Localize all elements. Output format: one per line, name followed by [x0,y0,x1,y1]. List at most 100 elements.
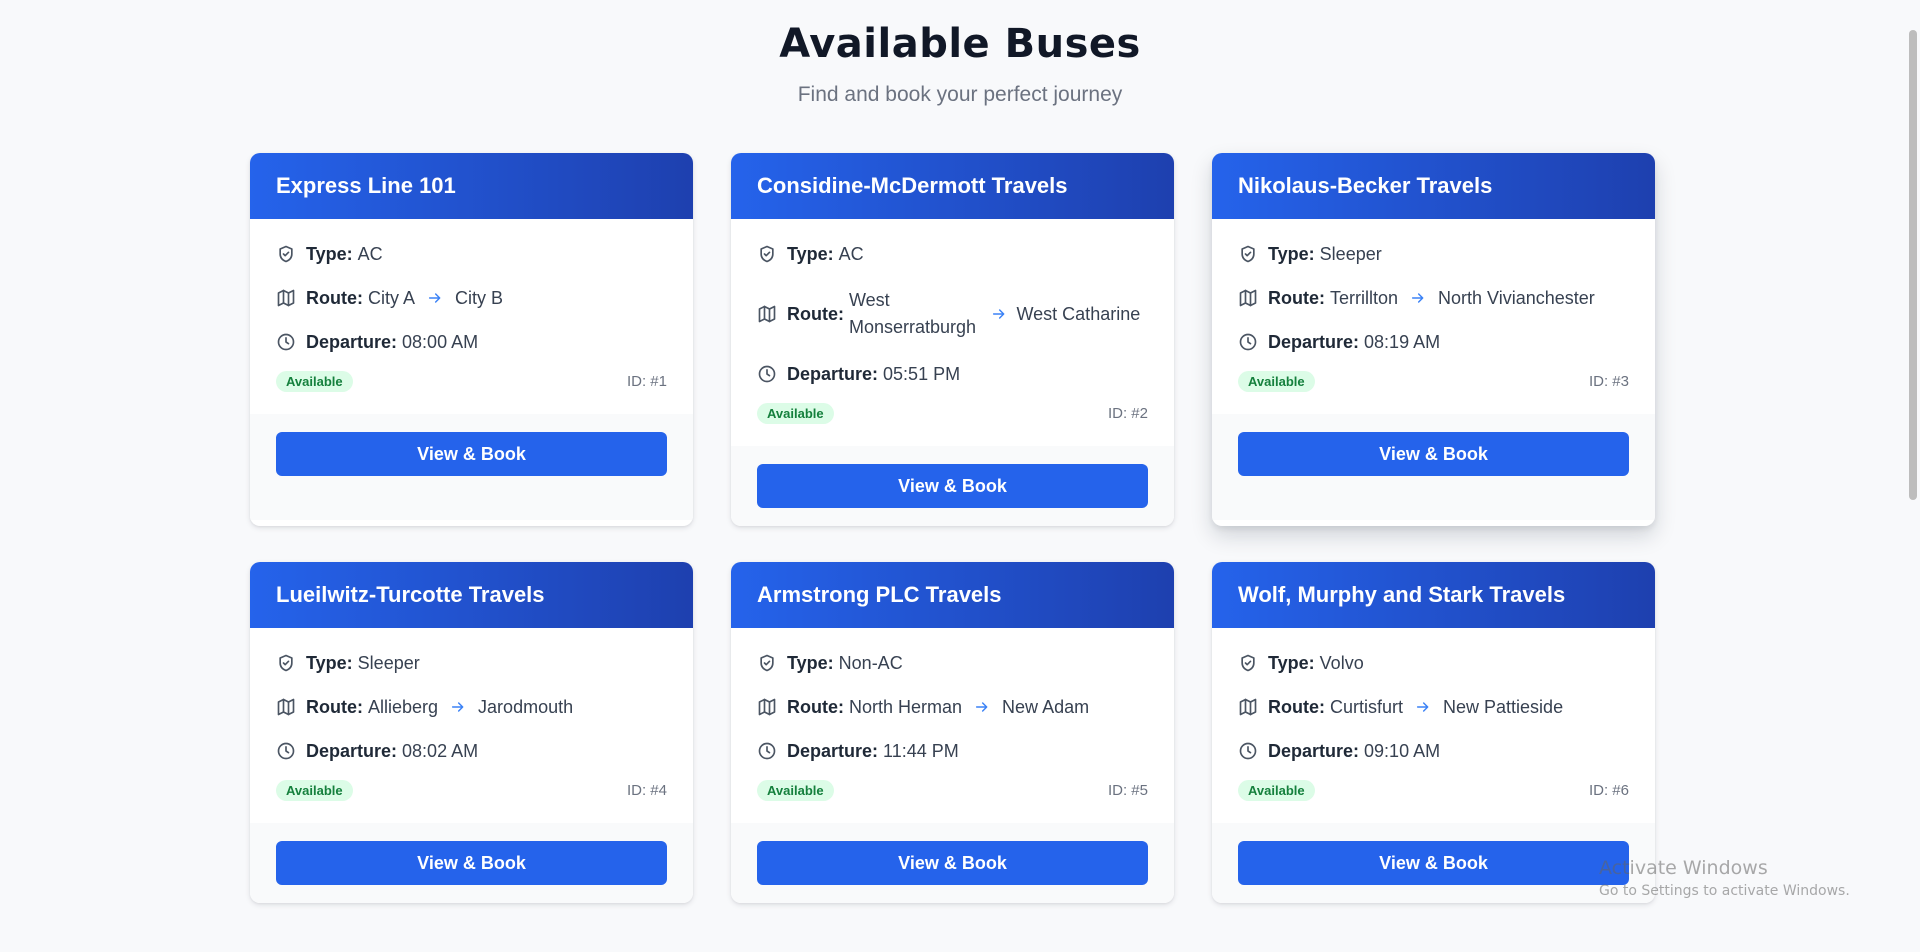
route-label: Route: [306,697,363,717]
status-badge: Available [757,780,834,801]
route-label: Route: [306,288,363,308]
bus-card-footer: View & Book [731,446,1174,526]
departure-value: 08:19 AM [1364,332,1441,352]
view-book-button[interactable]: View & Book [276,841,667,885]
arrow-right-icon [991,306,1007,322]
status-badge: Available [276,371,353,392]
view-book-button[interactable]: View & Book [757,464,1148,508]
scrollbar-thumb[interactable] [1909,30,1917,500]
bus-card-header: Express Line 101 [250,153,693,219]
bus-card-footer: View & Book [1212,414,1655,520]
route-label: Route: [1268,697,1325,717]
route-origin: Allieberg [368,697,439,717]
bus-card-footer: View & Book [731,823,1174,903]
bus-card: Lueilwitz-Turcotte Travels Type: Sleeper… [250,562,693,903]
type-label: Type: [1268,244,1315,264]
bus-card-body: Type: Sleeper Route: Terrillton North Vi… [1212,219,1655,406]
departure-value: 09:10 AM [1364,741,1441,761]
status-badge: Available [276,780,353,801]
watermark-subtitle: Go to Settings to activate Windows. [1599,883,1850,899]
bus-grid: Express Line 101 Type: AC Route: City A … [250,153,1655,903]
departure-value: 08:00 AM [402,332,479,352]
arrow-right-icon [1410,290,1426,306]
bus-id: ID: #6 [1588,782,1629,799]
status-badge: Available [757,403,834,424]
view-book-button[interactable]: View & Book [757,841,1148,885]
route-destination: Jarodmouth [478,697,574,717]
bus-meta: Available ID: #2 [757,403,1148,424]
map-icon [757,697,777,717]
bus-card-body: Type: AC Route: West Monserratburgh West… [731,219,1174,438]
bus-id: ID: #5 [1107,782,1148,799]
arrow-right-icon [450,699,466,715]
bus-card-footer: View & Book [250,823,693,903]
route-label: Route: [787,304,844,324]
map-icon [276,288,296,308]
bus-card-body: Type: Non-AC Route: North Herman New Ada… [731,628,1174,815]
bus-departure-row: Departure: 11:44 PM [757,740,1148,762]
bus-card-header: Considine-McDermott Travels [731,153,1174,219]
route-label: Route: [787,697,844,717]
clock-icon [1238,741,1258,761]
departure-label: Departure: [1268,741,1360,761]
type-label: Type: [787,653,834,673]
bus-name: Lueilwitz-Turcotte Travels [276,582,545,607]
type-value: Volvo [1319,653,1364,673]
page-title: Available Buses [779,21,1141,67]
bus-route-row: Route: North Herman New Adam [757,696,1148,718]
bus-card-body: Type: AC Route: City A City B Departure:… [250,219,693,406]
bus-name: Wolf, Murphy and Stark Travels [1238,582,1566,607]
shield-check-icon [1238,244,1258,264]
bus-departure-row: Departure: 08:00 AM [276,331,667,353]
type-value: AC [357,244,383,264]
bus-meta: Available ID: #3 [1238,371,1629,392]
bus-route-row: Route: Allieberg Jarodmouth [276,696,667,718]
bus-type-row: Type: AC [757,243,1148,265]
view-book-button[interactable]: View & Book [276,432,667,476]
route-origin: West Monserratburgh [849,290,977,337]
shield-check-icon [757,653,777,673]
status-badge: Available [1238,371,1315,392]
bus-id: ID: #2 [1107,405,1148,422]
type-value: Sleeper [357,653,420,673]
route-origin: Terrillton [1330,288,1399,308]
bus-meta: Available ID: #6 [1238,780,1629,801]
arrow-right-icon [974,699,990,715]
bus-type-row: Type: Volvo [1238,652,1629,674]
bus-departure-row: Departure: 05:51 PM [757,363,1148,385]
clock-icon [276,332,296,352]
shield-check-icon [276,244,296,264]
bus-card: Wolf, Murphy and Stark Travels Type: Vol… [1212,562,1655,903]
page-subtitle: Find and book your perfect journey [797,83,1123,106]
page-scrollbar[interactable] [1908,0,1918,952]
map-icon [1238,288,1258,308]
bus-id: ID: #4 [626,782,667,799]
bus-card-header: Wolf, Murphy and Stark Travels [1212,562,1655,628]
bus-card: Armstrong PLC Travels Type: Non-AC Route… [731,562,1174,903]
bus-departure-row: Departure: 08:19 AM [1238,331,1629,353]
departure-label: Departure: [306,741,398,761]
bus-id: ID: #3 [1588,373,1629,390]
departure-label: Departure: [787,364,879,384]
departure-value: 05:51 PM [883,364,961,384]
map-icon [1238,697,1258,717]
bus-card-header: Nikolaus-Becker Travels [1212,153,1655,219]
bus-name: Express Line 101 [276,173,456,198]
bus-name: Nikolaus-Becker Travels [1238,173,1493,198]
type-value: Sleeper [1319,244,1382,264]
departure-value: 11:44 PM [883,741,959,761]
route-destination: North Vivianchester [1438,288,1595,308]
bus-meta: Available ID: #4 [276,780,667,801]
route-origin: Curtisfurt [1330,697,1404,717]
type-label: Type: [306,244,353,264]
route-origin: North Herman [849,697,963,717]
bus-id: ID: #1 [626,373,667,390]
shield-check-icon [1238,653,1258,673]
view-book-button[interactable]: View & Book [1238,841,1629,885]
view-book-button[interactable]: View & Book [1238,432,1629,476]
bus-card: Nikolaus-Becker Travels Type: Sleeper Ro… [1212,153,1655,526]
route-destination: New Adam [1002,697,1090,717]
activate-windows-watermark: Activate Windows Go to Settings to activ… [1599,857,1850,899]
bus-route-row: Route: West Monserratburgh West Catharin… [757,287,1148,341]
type-label: Type: [787,244,834,264]
